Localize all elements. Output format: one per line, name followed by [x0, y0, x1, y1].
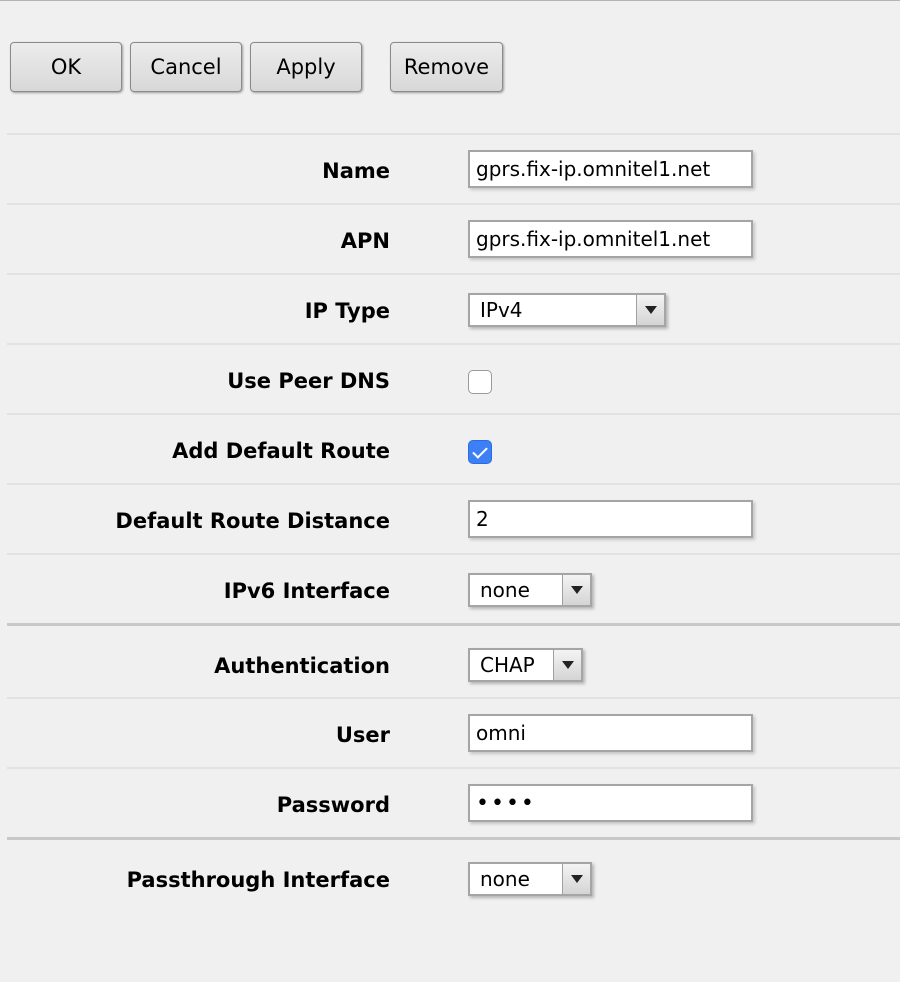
authentication-value: CHAP — [480, 653, 535, 677]
ip-type-label: IP Type — [304, 299, 390, 323]
default-route-distance-row: Default Route Distance 2 — [7, 483, 900, 553]
authentication-label: Authentication — [214, 654, 390, 678]
user-label: User — [335, 723, 390, 747]
name-row: Name gprs.fix-ip.omnitel1.net — [7, 133, 900, 203]
ipv6-interface-row: IPv6 Interface none — [7, 553, 900, 623]
password-row: Password •••• — [7, 767, 900, 837]
chevron-down-icon[interactable] — [562, 864, 590, 894]
chevron-down-icon[interactable] — [636, 295, 664, 325]
passthrough-interface-value: none — [480, 867, 530, 891]
ipv6-interface-select[interactable]: none — [468, 573, 592, 607]
apn-row: APN gprs.fix-ip.omnitel1.net — [7, 203, 900, 273]
ip-type-value: IPv4 — [480, 298, 523, 322]
name-input[interactable]: gprs.fix-ip.omnitel1.net — [468, 150, 753, 188]
password-label: Password — [276, 793, 390, 817]
apn-input[interactable]: gprs.fix-ip.omnitel1.net — [468, 220, 753, 258]
use-peer-dns-label: Use Peer DNS — [227, 369, 390, 393]
user-input[interactable]: omni — [468, 714, 753, 752]
authentication-select[interactable]: CHAP — [468, 648, 583, 682]
add-default-route-row: Add Default Route — [7, 413, 900, 483]
chevron-down-icon[interactable] — [562, 575, 590, 605]
user-row: User omni — [7, 697, 900, 767]
apply-button[interactable]: Apply — [250, 42, 362, 92]
password-input[interactable]: •••• — [468, 784, 753, 822]
add-default-route-checkbox[interactable] — [468, 440, 492, 464]
top-border — [0, 0, 900, 1]
passthrough-interface-row: Passthrough Interface none — [7, 837, 900, 917]
use-peer-dns-row: Use Peer DNS — [7, 343, 900, 413]
name-label: Name — [322, 159, 390, 183]
add-default-route-label: Add Default Route — [172, 439, 390, 463]
cancel-button[interactable]: Cancel — [130, 42, 242, 92]
default-route-distance-input[interactable]: 2 — [468, 500, 753, 538]
default-route-distance-label: Default Route Distance — [115, 509, 390, 533]
chevron-down-icon[interactable] — [553, 650, 581, 680]
ip-type-select[interactable]: IPv4 — [468, 293, 666, 327]
remove-button[interactable]: Remove — [390, 42, 503, 92]
ipv6-interface-label: IPv6 Interface — [223, 579, 390, 603]
checkmark-icon — [472, 442, 488, 459]
authentication-row: Authentication CHAP — [7, 623, 900, 698]
apn-label: APN — [340, 229, 390, 253]
ok-button[interactable]: OK — [10, 42, 122, 92]
passthrough-interface-select[interactable]: none — [468, 862, 592, 896]
ipv6-interface-value: none — [480, 578, 530, 602]
passthrough-interface-label: Passthrough Interface — [126, 868, 390, 892]
use-peer-dns-checkbox[interactable] — [468, 370, 492, 394]
ip-type-row: IP Type IPv4 — [7, 273, 900, 343]
